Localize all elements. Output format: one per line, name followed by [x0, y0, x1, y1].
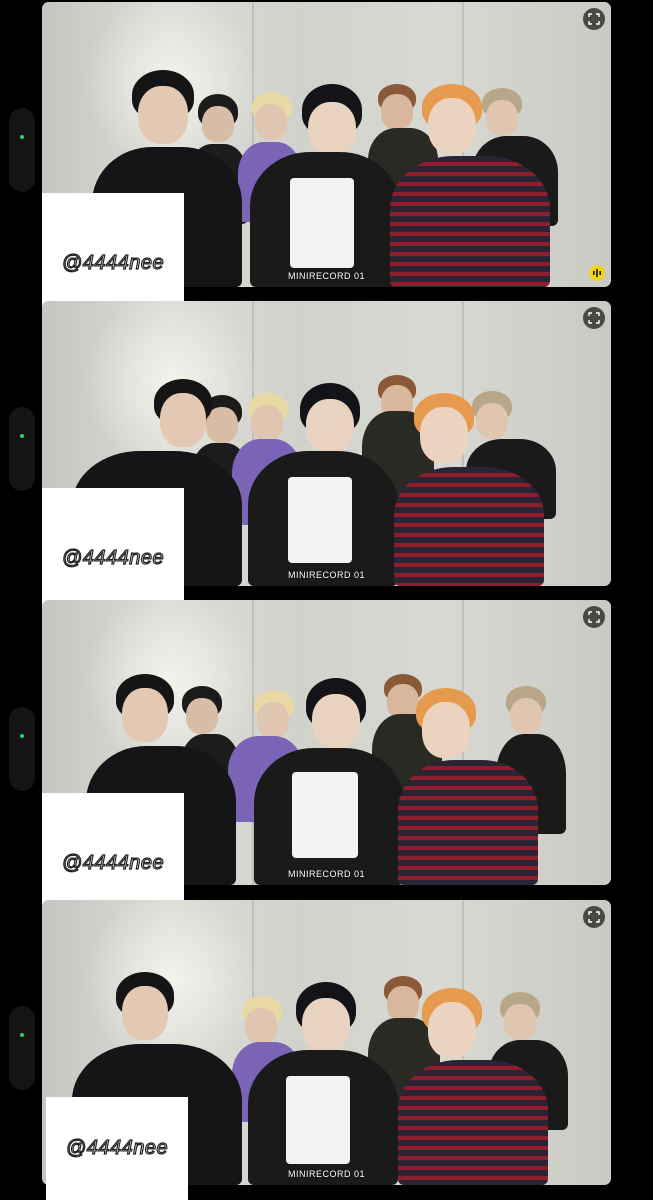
audio-wave-icon[interactable]	[589, 265, 605, 281]
status-dot	[20, 434, 24, 438]
status-dot	[20, 734, 24, 738]
side-indicator-2	[9, 407, 35, 491]
fullscreen-icon	[588, 611, 600, 623]
watermark-text: @4444nee	[61, 851, 165, 874]
side-indicator-3	[9, 707, 35, 791]
fullscreen-button[interactable]	[583, 906, 605, 928]
watermark-text: @4444nee	[61, 546, 165, 569]
fullscreen-button[interactable]	[583, 606, 605, 628]
fullscreen-icon	[588, 911, 600, 923]
fullscreen-button[interactable]	[583, 8, 605, 30]
fullscreen-icon	[588, 312, 600, 324]
watermark-box: @4444nee	[46, 1097, 188, 1200]
status-dot	[20, 135, 24, 139]
watermark-text: @4444nee	[65, 1136, 169, 1159]
status-dot	[20, 1033, 24, 1037]
side-indicator-1	[9, 108, 35, 192]
ceiling-light	[82, 600, 262, 770]
side-indicator-4	[9, 1006, 35, 1090]
watermark-text: @4444nee	[61, 251, 165, 274]
fullscreen-button[interactable]	[583, 307, 605, 329]
fullscreen-icon	[588, 13, 600, 25]
